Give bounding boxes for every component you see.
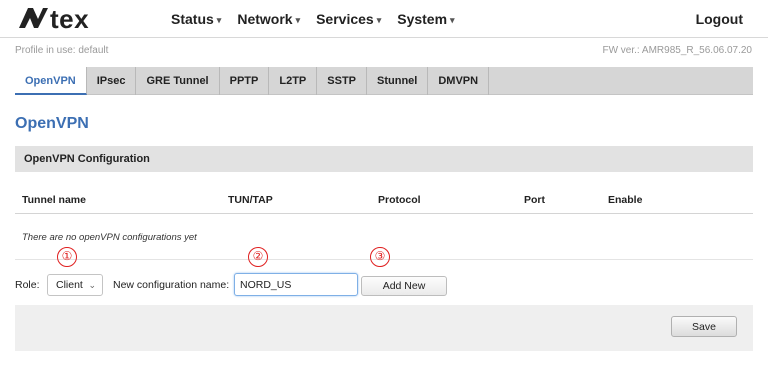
col-tunnel-name: Tunnel name: [22, 194, 86, 206]
tab-ipsec[interactable]: IPsec: [87, 67, 137, 95]
tab-l2tp[interactable]: L2TP: [269, 67, 318, 95]
new-config-name-label: New configuration name:: [113, 279, 230, 291]
chevron-down-icon: ⌄: [88, 280, 96, 290]
empty-table-message: There are no openVPN configurations yet: [22, 232, 197, 243]
role-select-value: Client: [56, 279, 83, 291]
vpn-tab-bar: OpenVPN IPsec GRE Tunnel PPTP L2TP SSTP …: [15, 67, 753, 95]
tab-stunnel[interactable]: Stunnel: [367, 67, 429, 95]
page-title: OpenVPN: [15, 115, 89, 132]
tab-dmvpn[interactable]: DMVPN: [428, 67, 490, 95]
avtex-logo[interactable]: tex: [16, 2, 128, 34]
tab-openvpn[interactable]: OpenVPN: [15, 67, 87, 95]
annotation-marker-1: ①: [57, 247, 77, 267]
caret-down-icon: ▾: [450, 15, 455, 25]
profile-in-use: Profile in use: default: [15, 45, 109, 56]
tab-gre-tunnel[interactable]: GRE Tunnel: [136, 67, 220, 95]
logo-graphic: tex: [19, 4, 89, 34]
firmware-version: FW ver.: AMR985_R_56.06.07.20: [602, 45, 752, 56]
svg-text:tex: tex: [50, 4, 89, 34]
annotation-marker-3: ③: [370, 247, 390, 267]
annotation-marker-2: ②: [248, 247, 268, 267]
main-nav: Status ▾ Network ▾ Services ▾ System ▾: [171, 11, 471, 27]
col-tun-tap: TUN/TAP: [228, 194, 273, 206]
add-new-button[interactable]: Add New: [361, 276, 447, 296]
section-header: OpenVPN Configuration: [15, 146, 753, 172]
logout-link[interactable]: Logout: [696, 11, 743, 27]
nav-system[interactable]: System ▾: [397, 11, 454, 27]
tab-pptp[interactable]: PPTP: [220, 67, 270, 95]
nav-network[interactable]: Network ▾: [237, 11, 300, 27]
tab-sstp[interactable]: SSTP: [317, 67, 367, 95]
save-button[interactable]: Save: [671, 316, 737, 337]
new-config-name-input[interactable]: [234, 273, 358, 296]
col-port: Port: [524, 194, 545, 206]
col-protocol: Protocol: [378, 194, 421, 206]
footer-bar: Save: [15, 305, 753, 351]
col-enable: Enable: [608, 194, 643, 206]
top-header: tex Status ▾ Network ▾ Services ▾ System ▾ L…: [0, 0, 768, 38]
section-title: OpenVPN Configuration: [24, 153, 150, 165]
caret-down-icon: ▾: [295, 15, 301, 25]
caret-down-icon: ▾: [376, 15, 382, 25]
role-label: Role:: [15, 279, 40, 291]
nav-status[interactable]: Status ▾: [171, 11, 221, 27]
caret-down-icon: ▾: [216, 15, 222, 25]
nav-services[interactable]: Services ▾: [316, 11, 381, 27]
role-select[interactable]: Client ⌄: [47, 274, 103, 296]
table-header: Tunnel name TUN/TAP Protocol Port Enable: [15, 187, 753, 214]
